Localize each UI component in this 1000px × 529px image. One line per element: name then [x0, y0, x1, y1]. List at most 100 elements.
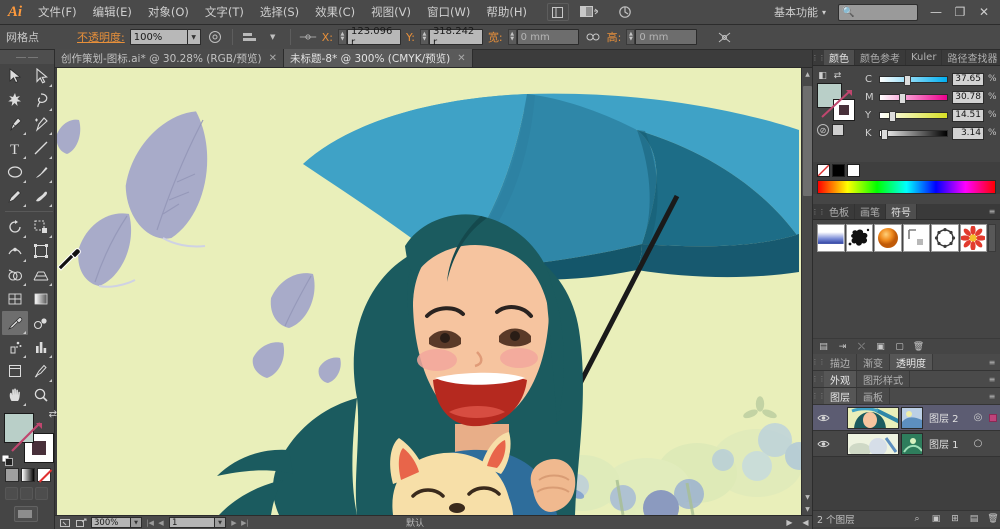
panel-grip-icon[interactable]: ⋮⋮: [812, 50, 826, 65]
document-tab-2[interactable]: 未标题-8* @ 300% (CMYK/预览) ✕: [284, 49, 473, 67]
channel-value-c[interactable]: 37.65: [952, 72, 984, 86]
scroll-down-extra-icon[interactable]: ▼: [802, 503, 812, 515]
tab-color[interactable]: 颜色: [824, 50, 855, 65]
canvas-vertical-scrollbar[interactable]: ▲ ▼ ▼: [801, 68, 812, 515]
zoom-input[interactable]: 300%: [91, 517, 131, 528]
shape-builder-tool[interactable]: [2, 263, 28, 287]
tool-flyout-indicator[interactable]: [23, 403, 26, 406]
slider-track-y[interactable]: [879, 110, 948, 122]
free-transform-tool[interactable]: [28, 239, 54, 263]
tool-flyout-indicator[interactable]: [23, 355, 26, 358]
opacity-input[interactable]: 100%: [129, 29, 188, 45]
opacity-label[interactable]: 不透明度:: [77, 29, 125, 45]
document-tab-1[interactable]: 创作策划-图标.ai* @ 30.28% (RGB/预览) ✕: [55, 49, 285, 67]
artboard-input[interactable]: 1: [169, 517, 215, 528]
tool-flyout-indicator[interactable]: [23, 259, 26, 262]
selection-tool[interactable]: [2, 64, 28, 88]
panel-menu-icon[interactable]: ≡: [984, 371, 1000, 387]
menu-effect[interactable]: 效果(C): [307, 0, 363, 25]
scale-tool[interactable]: [28, 215, 54, 239]
draw-behind-icon[interactable]: [20, 487, 33, 500]
tool-flyout-indicator[interactable]: [23, 235, 26, 238]
transform-icon[interactable]: [206, 28, 224, 46]
table-row[interactable]: 图层 1 ○: [813, 431, 1000, 457]
y-input[interactable]: 318.242 r: [428, 26, 483, 48]
panel-grip-icon[interactable]: ⋮⋮: [812, 371, 826, 387]
tool-flyout-indicator[interactable]: [49, 180, 52, 183]
restore-button[interactable]: ❐: [948, 0, 972, 24]
y-stepper[interactable]: ▲ ▼: [419, 29, 429, 45]
panel-grip-icon[interactable]: ⋮⋮: [812, 354, 826, 370]
swap-fill-stroke-icon[interactable]: ⇄: [49, 409, 57, 420]
scroll-up-icon[interactable]: ▲: [802, 68, 812, 80]
break-link-icon[interactable]: ⤬: [855, 341, 868, 353]
first-artboard-button[interactable]: |◀: [145, 519, 155, 527]
tab-appearance[interactable]: 外观: [824, 371, 857, 387]
tab-layers[interactable]: 图层: [824, 388, 857, 404]
channel-value-m[interactable]: 30.78: [952, 90, 984, 104]
fill-indicator-icon[interactable]: ◧: [817, 70, 828, 81]
menu-object[interactable]: 对象(O): [140, 0, 197, 25]
tool-flyout-indicator[interactable]: [49, 204, 52, 207]
minimize-button[interactable]: —: [924, 0, 948, 24]
scroll-down-icon[interactable]: ▼: [802, 491, 812, 503]
tab-swatches[interactable]: 色板: [824, 204, 855, 219]
panel-grip-icon[interactable]: ⋮⋮: [812, 388, 826, 404]
tab-artboards[interactable]: 画板: [857, 388, 890, 404]
menu-help[interactable]: 帮助(H): [478, 0, 535, 25]
symbol-orange-sphere[interactable]: [874, 224, 902, 252]
channel-value-y[interactable]: 14.51: [952, 108, 984, 122]
screen-mode-button[interactable]: [14, 506, 38, 522]
symbol-gradient-bar[interactable]: [817, 224, 845, 252]
eye-icon[interactable]: [813, 439, 833, 449]
layer-name[interactable]: 图层 2: [923, 410, 970, 425]
swap-fill-stroke-icon[interactable]: ⇄: [832, 70, 843, 81]
add-anchor-point-tool[interactable]: [28, 112, 54, 136]
x-input[interactable]: 123.096 r: [346, 26, 401, 48]
tool-flyout-indicator[interactable]: [49, 379, 52, 382]
tab-transparency[interactable]: 透明度: [890, 354, 933, 370]
layer-name[interactable]: 图层 1: [923, 436, 970, 451]
none-mode-button[interactable]: [37, 468, 51, 482]
panel-grip-icon[interactable]: ⋮⋮: [812, 204, 826, 219]
zoom-dropdown-icon[interactable]: ▼: [131, 517, 142, 528]
black-swatch[interactable]: [832, 164, 845, 177]
tool-flyout-indicator[interactable]: [23, 180, 26, 183]
artboard[interactable]: [57, 68, 802, 515]
slider-track-m[interactable]: [879, 92, 948, 104]
chevron-down-icon[interactable]: ▼: [264, 28, 282, 46]
eyedropper-tool[interactable]: [2, 311, 28, 335]
channel-value-k[interactable]: 3.14: [952, 126, 984, 140]
color-spectrum-bar[interactable]: [817, 180, 996, 194]
menu-file[interactable]: 文件(F): [30, 0, 85, 25]
symbol-red-flower[interactable]: [959, 224, 988, 252]
paintbrush-tool[interactable]: [28, 160, 54, 184]
pencil-tool[interactable]: [2, 184, 28, 208]
width-tool[interactable]: [2, 239, 28, 263]
canvas-area[interactable]: ▲ ▼ ▼: [55, 68, 812, 515]
close-icon[interactable]: ✕: [457, 53, 465, 64]
symbol-libraries-icon[interactable]: ▤: [817, 341, 830, 353]
menu-type[interactable]: 文字(T): [197, 0, 252, 25]
close-button[interactable]: ✕: [972, 0, 996, 24]
column-graph-tool[interactable]: [28, 335, 54, 359]
mesh-tool[interactable]: [2, 287, 28, 311]
create-new-layer-icon[interactable]: ▤: [967, 513, 981, 526]
stock-icon[interactable]: [610, 3, 640, 21]
align-icon[interactable]: [241, 28, 259, 46]
blob-brush-tool[interactable]: [28, 184, 54, 208]
ellipse-tool[interactable]: [2, 160, 28, 184]
table-row[interactable]: 图层 2 ◎: [813, 405, 1000, 431]
arrange-documents-icon[interactable]: [574, 3, 604, 21]
gradient-mode-button[interactable]: [21, 468, 35, 482]
tab-pathfinder[interactable]: 路径查找器: [942, 50, 1000, 65]
panel-menu-icon[interactable]: ≡: [984, 204, 1000, 219]
new-symbol-icon[interactable]: ▢: [893, 341, 906, 353]
width-input[interactable]: 0 mm: [516, 29, 579, 45]
locate-object-icon[interactable]: ⌕: [910, 513, 924, 526]
menu-select[interactable]: 选择(S): [252, 0, 307, 25]
height-input[interactable]: 0 mm: [635, 29, 698, 45]
close-icon[interactable]: ✕: [269, 53, 277, 64]
fill-swatch[interactable]: [4, 413, 34, 443]
symbol-ring-dots[interactable]: [931, 224, 959, 252]
